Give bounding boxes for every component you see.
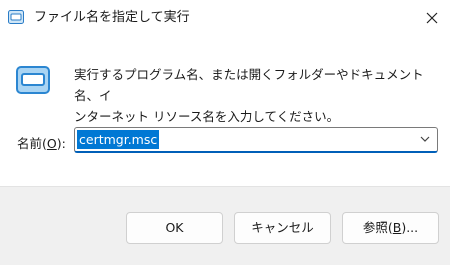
title-bar: ファイル名を指定して実行 — [0, 0, 450, 37]
browse-label-post: )... — [401, 220, 419, 235]
chevron-down-icon[interactable] — [419, 132, 431, 146]
run-icon — [16, 66, 50, 94]
close-icon — [426, 12, 438, 24]
ok-button[interactable]: OK — [126, 212, 223, 244]
browse-button[interactable]: 参照(B)... — [342, 212, 439, 244]
name-label: 名前(O): — [17, 135, 66, 153]
dialog-body: 実行するプログラム名、または開くフォルダーやドキュメント名、イ ンターネット リ… — [0, 36, 450, 186]
button-bar: OK キャンセル 参照(B)... — [0, 186, 450, 265]
cancel-button[interactable]: キャンセル — [234, 212, 331, 244]
close-button[interactable] — [414, 0, 450, 36]
run-command-combobox[interactable]: certmgr.msc — [74, 127, 438, 153]
run-icon — [8, 10, 24, 24]
name-label-pre: 名前( — [17, 136, 47, 151]
run-command-input[interactable]: certmgr.msc — [77, 130, 160, 149]
window-title: ファイル名を指定して実行 — [34, 10, 190, 25]
run-dialog: ファイル名を指定して実行 実行するプログラム名、または開くフォルダーやドキュメン… — [0, 0, 450, 265]
browse-label-pre: 参照( — [362, 220, 393, 235]
description-text: 実行するプログラム名、または開くフォルダーやドキュメント名、イ ンターネット リ… — [74, 67, 424, 124]
name-label-post: ): — [56, 136, 66, 151]
name-label-accesskey: O — [46, 136, 57, 151]
